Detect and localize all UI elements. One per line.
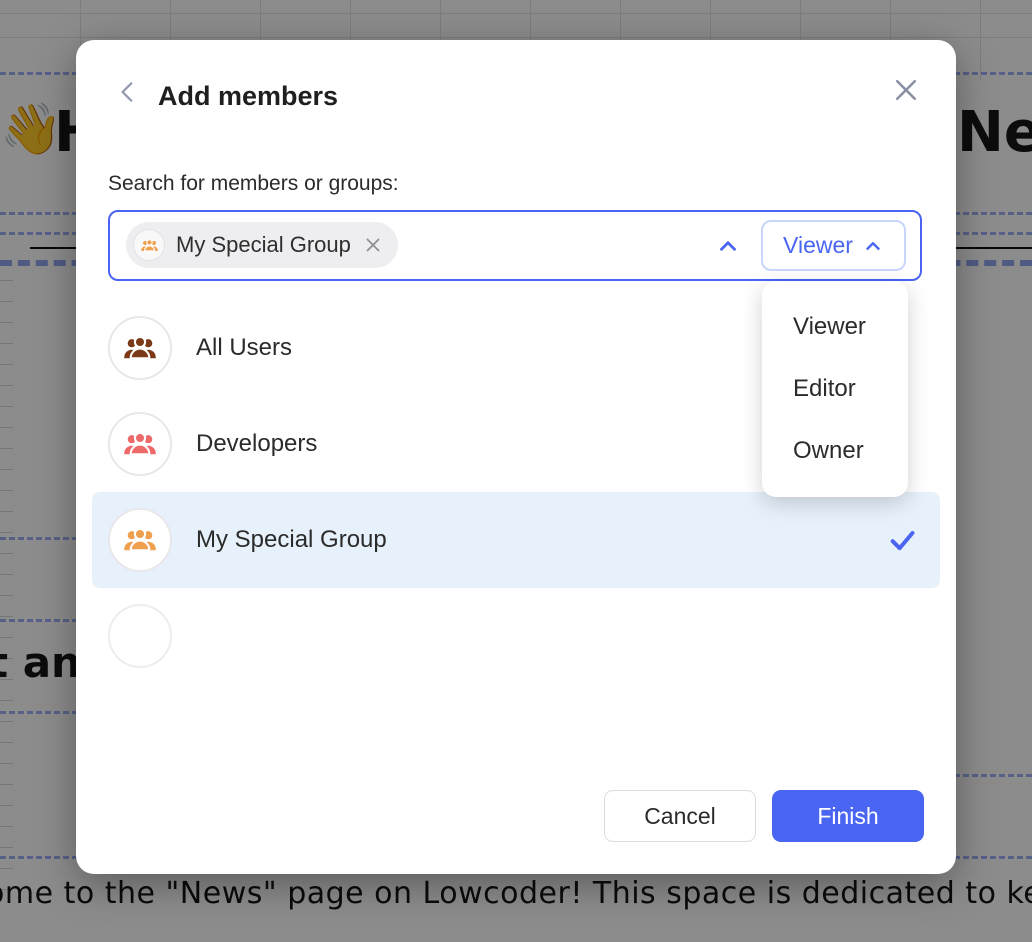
group-icon xyxy=(122,522,158,558)
add-members-modal: Add members Search for members or groups… xyxy=(76,40,956,874)
role-option-viewer[interactable]: Viewer xyxy=(762,296,908,358)
selected-checkmark-icon xyxy=(888,526,916,554)
group-avatar xyxy=(108,508,172,572)
tag-remove-close-icon[interactable] xyxy=(362,234,384,256)
group-name: Developers xyxy=(196,430,317,458)
role-select-value: Viewer xyxy=(783,232,853,259)
group-avatar xyxy=(108,412,172,476)
group-row-my-special-group-selected[interactable]: My Special Group xyxy=(92,492,940,588)
finish-button[interactable]: Finish xyxy=(772,790,924,842)
member-search-input[interactable]: My Special Group Viewer xyxy=(108,210,922,281)
close-button[interactable] xyxy=(890,74,922,106)
selected-member-tag-label: My Special Group xyxy=(176,232,351,258)
role-option-owner[interactable]: Owner xyxy=(762,420,908,482)
group-name: My Special Group xyxy=(196,526,387,554)
empty-avatar xyxy=(108,604,172,668)
chevron-left-icon xyxy=(115,79,141,105)
group-icon xyxy=(140,236,159,255)
cancel-button[interactable]: Cancel xyxy=(604,790,756,842)
close-icon xyxy=(891,75,921,105)
role-option-editor[interactable]: Editor xyxy=(762,358,908,420)
role-dropdown-menu: Viewer Editor Owner xyxy=(762,281,908,497)
selected-member-tag: My Special Group xyxy=(126,222,398,268)
chevron-up-icon xyxy=(862,235,884,257)
modal-title: Add members xyxy=(158,76,338,116)
group-avatar xyxy=(108,316,172,380)
search-label: Search for members or groups: xyxy=(108,170,399,198)
collapse-suggestions-chevron-up-icon[interactable] xyxy=(714,232,742,260)
group-icon xyxy=(122,426,158,462)
role-select-button[interactable]: Viewer xyxy=(761,220,906,271)
back-button[interactable] xyxy=(114,78,142,106)
group-name: All Users xyxy=(196,334,292,362)
group-icon xyxy=(122,330,158,366)
group-avatar xyxy=(133,229,165,261)
group-row-empty[interactable] xyxy=(92,588,940,684)
